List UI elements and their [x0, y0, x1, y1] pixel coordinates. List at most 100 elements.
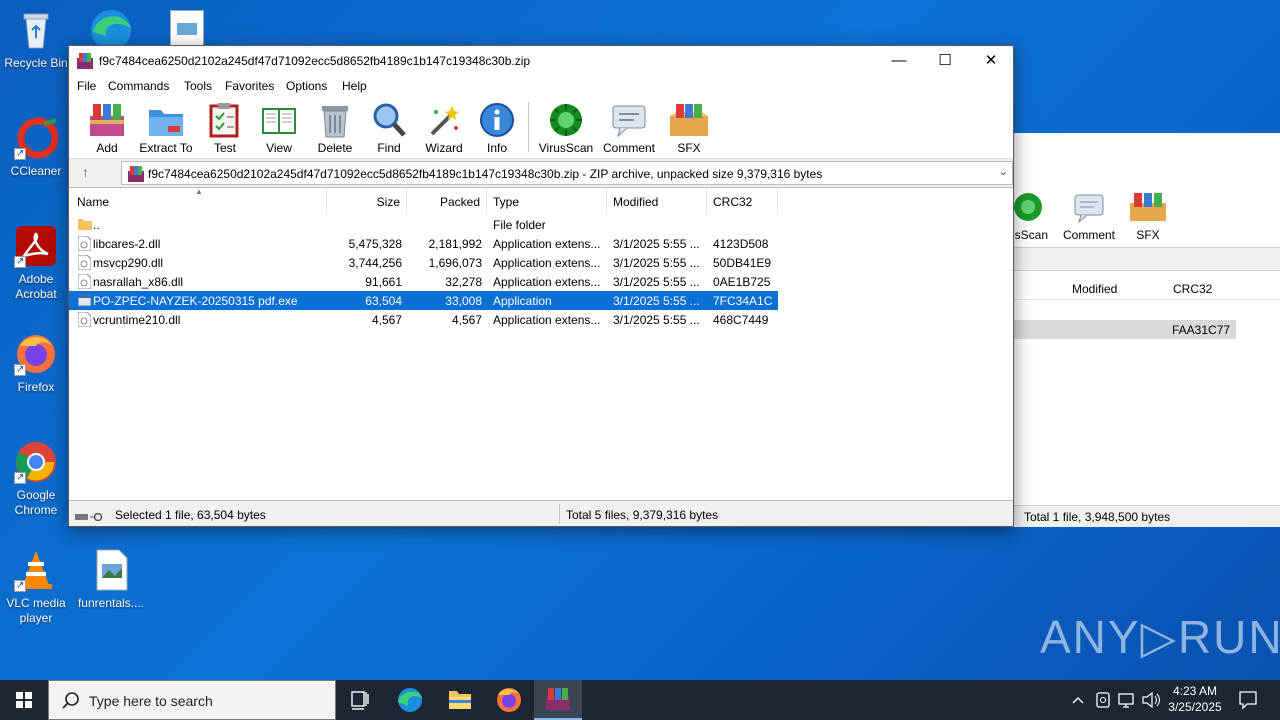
winrar-window[interactable]: f9c7484cea6250d2102a245df47d71092ecc5d86… [68, 45, 1014, 527]
windows-logo-icon [16, 692, 32, 708]
table-row[interactable]: libcares-2.dll 5,475,328 2,181,992 Appli… [69, 234, 778, 253]
back-col-crc32[interactable]: CRC32 [1173, 282, 1212, 296]
clock-time: 4:23 AM [1172, 684, 1218, 698]
wizard-button[interactable]: Wizard [423, 102, 465, 155]
add-button[interactable]: Add [87, 102, 127, 155]
status-divider [559, 504, 560, 524]
cell-packed: 2,181,992 [428, 237, 482, 251]
notification-button[interactable] [1234, 680, 1262, 720]
cell-crc: 0AE1B725 [713, 275, 771, 289]
desktop-icon-adobe-acrobat[interactable]: Adobe Acrobat [0, 224, 72, 302]
cell-type: Application extens... [493, 237, 601, 251]
table-row-selected[interactable]: PO-ZPEC-NAYZEK-20250315 pdf.exe 63,504 3… [69, 291, 778, 310]
magnifier-icon [371, 102, 407, 138]
tray-volume[interactable] [1140, 680, 1162, 720]
table-row[interactable]: msvcp290.dll 3,744,256 1,696,073 Applica… [69, 253, 778, 272]
comment-button[interactable]: Comment [601, 102, 657, 155]
table-row[interactable]: nasrallah_x86.dll 91,661 32,278 Applicat… [69, 272, 778, 291]
desktop-icon-label: VLC media player [6, 596, 66, 625]
title-bar[interactable]: f9c7484cea6250d2102a245df47d71092ecc5d86… [69, 46, 1013, 76]
chevron-down-icon[interactable]: ⌄ [999, 165, 1008, 178]
tray-app[interactable] [1092, 680, 1114, 720]
col-crc32[interactable]: CRC32 [707, 188, 778, 214]
col-packed[interactable]: Packed [407, 188, 487, 214]
toolbar-label: Add [96, 141, 118, 155]
menu-options[interactable]: Options [286, 79, 327, 93]
desktop-icon-google-chrome[interactable]: Google Chrome [0, 440, 72, 518]
up-arrow-icon[interactable]: ↑ [82, 164, 89, 180]
cell-name: msvcp290.dll [93, 256, 164, 270]
sort-arrow-icon: ▲ [195, 187, 203, 196]
taskbar-edge[interactable] [386, 680, 434, 720]
back-comment-button[interactable]: Comment [1059, 191, 1119, 242]
menu-favorites[interactable]: Favorites [225, 79, 274, 93]
extract-to-button[interactable]: Extract To [139, 102, 193, 155]
drive-icon[interactable] [75, 510, 105, 522]
cell-crc: 4123D508 [713, 237, 769, 251]
col-size[interactable]: Size [327, 188, 407, 214]
back-row-crc: FAA31C77 [1172, 323, 1231, 337]
maximize-button[interactable]: ☐ [922, 46, 968, 76]
table-row[interactable]: .. File folder [69, 215, 778, 234]
desktop-icon-vlc[interactable]: VLC media player [0, 548, 72, 626]
toolbar-label: Test [213, 141, 236, 155]
show-hidden-icons-button[interactable] [1066, 680, 1090, 720]
col-type[interactable]: Type [487, 188, 607, 214]
view-button[interactable]: View [258, 102, 300, 155]
table-row[interactable]: vcruntime210.dll 4,567 4,567 Application… [69, 310, 778, 329]
menu-file[interactable]: File [77, 79, 96, 93]
close-button[interactable]: ✕ [968, 46, 1014, 76]
info-button[interactable]: Info [479, 102, 515, 155]
extract-folder-icon [148, 102, 184, 138]
taskbar-search-box[interactable]: Type here to search [48, 680, 336, 720]
taskbar-clock[interactable]: 4:23 AM 3/25/2025 [1160, 683, 1230, 715]
cell-name: vcruntime210.dll [93, 313, 181, 327]
back-toolbar-label: SFX [1136, 228, 1160, 242]
archive-path-field[interactable]: f9c7484cea6250d2102a245df47d71092ecc5d86… [121, 161, 1013, 185]
background-archive-window[interactable]: usScan Comment SFX Modified CRC32 FAA31C… [1008, 133, 1280, 527]
delete-button[interactable]: Delete [314, 102, 356, 155]
col-modified[interactable]: Modified [607, 188, 707, 214]
task-view-button[interactable] [336, 680, 384, 720]
desktop-icon-funrentals[interactable]: funrentals.... [75, 548, 147, 611]
taskbar-file-explorer[interactable] [436, 680, 484, 720]
file-list[interactable]: Name ▲ Size Packed Type Modified CRC32 .… [69, 187, 1013, 500]
vlc-cone-icon [14, 548, 58, 593]
menu-commands[interactable]: Commands [108, 79, 169, 93]
test-button[interactable]: Test [207, 102, 243, 155]
cell-packed: 33,008 [445, 294, 482, 308]
desktop-icon-recycle-bin[interactable]: Recycle Bin [0, 8, 72, 71]
speaker-icon [1142, 691, 1160, 709]
tray-network[interactable] [1116, 680, 1138, 720]
toolbar: Add Extract To Test View Delete Find Wiz… [69, 96, 1013, 158]
minimize-button[interactable]: — [876, 46, 922, 76]
menu-tools[interactable]: Tools [184, 79, 212, 93]
desktop-icon-ccleaner[interactable]: CCleaner [0, 116, 72, 179]
task-view-icon [351, 691, 369, 710]
taskbar-firefox[interactable] [485, 680, 533, 720]
desktop-icon-label: CCleaner [10, 164, 62, 178]
back-sfx-button[interactable]: SFX [1118, 191, 1178, 242]
sfx-button[interactable]: SFX [667, 102, 711, 155]
virusscan-button[interactable]: VirusScan [537, 102, 595, 155]
start-button[interactable] [0, 680, 48, 720]
col-label: CRC32 [713, 195, 753, 209]
menu-help[interactable]: Help [342, 79, 367, 93]
edge-desktop-icon-partial [88, 6, 134, 50]
back-col-modified[interactable]: Modified [1072, 282, 1117, 296]
back-table-row[interactable]: FAA31C77 [1014, 320, 1236, 339]
cell-type: Application extens... [493, 313, 601, 327]
taskbar: Type here to search 4:23 AM 3/25/2025 [0, 680, 1280, 720]
acrobat-icon [14, 224, 58, 269]
search-placeholder: Type here to search [89, 693, 213, 709]
desktop-icon-firefox[interactable]: Firefox [0, 332, 72, 395]
window-title: f9c7484cea6250d2102a245df47d71092ecc5d86… [99, 54, 531, 68]
taskbar-winrar[interactable] [534, 680, 582, 720]
wand-icon [426, 102, 462, 138]
virus-icon [1014, 193, 1042, 221]
cell-size: 4,567 [371, 313, 402, 327]
find-button[interactable]: Find [371, 102, 407, 155]
trash-icon [317, 102, 353, 138]
toolbar-label: Info [486, 141, 507, 155]
cell-name: .. [93, 218, 100, 232]
